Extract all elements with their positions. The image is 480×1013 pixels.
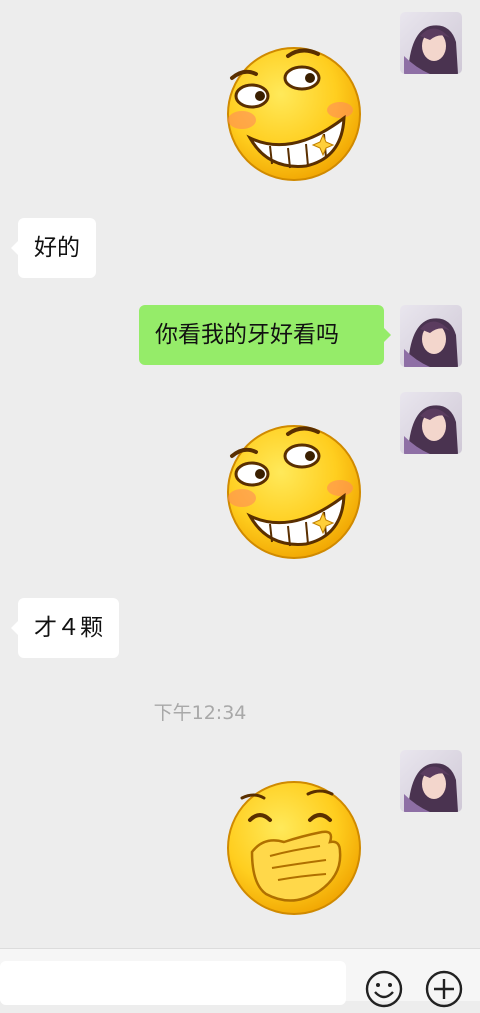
avatar[interactable]	[400, 305, 462, 367]
avatar[interactable]	[400, 392, 462, 454]
grin-teeth-sticker[interactable]	[222, 416, 367, 561]
plus-icon[interactable]	[424, 969, 464, 1009]
message-bubble-sent[interactable]: 你看我的牙好看吗	[139, 305, 391, 365]
cover-mouth-laugh-sticker[interactable]	[222, 776, 367, 921]
message-text: 好的	[34, 235, 80, 261]
message-bubble-received[interactable]: 才４颗	[11, 598, 119, 658]
message-text: 你看我的牙好看吗	[155, 322, 339, 348]
message-bubble-received[interactable]: 好的	[11, 218, 96, 278]
avatar[interactable]	[400, 750, 462, 812]
message-input[interactable]	[0, 961, 346, 1005]
emoji-icon[interactable]	[364, 969, 404, 1009]
chat-input-bar	[0, 948, 480, 1008]
grin-teeth-sticker[interactable]	[222, 38, 367, 183]
message-text: 才４颗	[34, 615, 103, 641]
avatar[interactable]	[400, 12, 462, 74]
timestamp: 下午12:34	[153, 702, 247, 724]
